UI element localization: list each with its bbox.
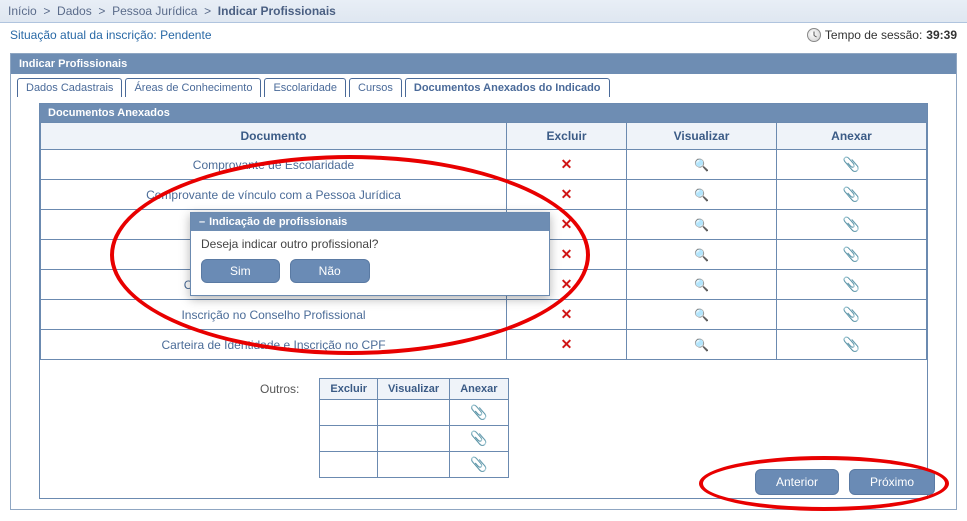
col-excluir: Excluir: [507, 123, 627, 150]
col-documento: Documento: [41, 123, 507, 150]
tab-areas-conhecimento[interactable]: Áreas de Conhecimento: [125, 78, 261, 97]
nav-buttons: Anterior Próximo: [755, 469, 935, 495]
doc-name: Carteira de Identidade e Inscrição no CP…: [41, 330, 507, 360]
breadcrumb-dados[interactable]: Dados: [57, 4, 92, 18]
attach-icon[interactable]: 📎: [843, 216, 860, 232]
table-row: 📎: [320, 400, 508, 426]
delete-icon[interactable]: ✕: [561, 306, 573, 322]
delete-icon[interactable]: ✕: [561, 246, 573, 262]
delete-icon[interactable]: ✕: [561, 216, 573, 232]
delete-icon[interactable]: ✕: [561, 156, 573, 172]
sim-button[interactable]: Sim: [201, 259, 280, 283]
breadcrumb-pj[interactable]: Pessoa Jurídica: [112, 4, 197, 18]
doc-name: Inscrição no Conselho Profissional: [41, 300, 507, 330]
view-icon[interactable]: 🔍: [694, 338, 709, 352]
delete-icon[interactable]: ✕: [561, 336, 573, 352]
col-visualizar: Visualizar: [378, 379, 450, 400]
view-icon[interactable]: 🔍: [694, 308, 709, 322]
outros-label: Outros:: [260, 378, 299, 478]
col-excluir: Excluir: [320, 379, 378, 400]
doc-name: Comprovante de vínculo com a Pessoa Jurí…: [41, 180, 507, 210]
docs-panel-title: Documentos Anexados: [40, 104, 927, 122]
attach-icon[interactable]: 📎: [470, 404, 487, 420]
session-timer: Tempo de sessão: 39:39: [807, 28, 957, 42]
breadcrumb-current: Indicar Profissionais: [218, 4, 336, 18]
view-icon[interactable]: 🔍: [694, 188, 709, 202]
col-anexar: Anexar: [777, 123, 927, 150]
col-visualizar: Visualizar: [627, 123, 777, 150]
doc-name: Comprovante de Escolaridade: [41, 150, 507, 180]
attach-icon[interactable]: 📎: [843, 186, 860, 202]
view-icon[interactable]: 🔍: [694, 278, 709, 292]
delete-icon[interactable]: ✕: [561, 276, 573, 292]
nao-button[interactable]: Não: [290, 259, 370, 283]
view-icon[interactable]: 🔍: [694, 218, 709, 232]
table-row: 📎: [320, 452, 508, 478]
attach-icon[interactable]: 📎: [843, 156, 860, 172]
modal-title: –Indicação de profissionais: [191, 213, 549, 231]
docs-panel: Documentos Anexados Documento Excluir Vi…: [39, 103, 928, 499]
delete-icon[interactable]: ✕: [561, 186, 573, 202]
status-text: Situação atual da inscrição: Pendente: [10, 28, 212, 42]
view-icon[interactable]: 🔍: [694, 158, 709, 172]
tab-escolaridade[interactable]: Escolaridade: [264, 78, 346, 97]
tab-dados-cadastrais[interactable]: Dados Cadastrais: [17, 78, 122, 97]
attach-icon[interactable]: 📎: [843, 276, 860, 292]
breadcrumb: Início > Dados > Pessoa Jurídica > Indic…: [0, 0, 967, 23]
tabs: Dados Cadastrais Áreas de Conhecimento E…: [11, 74, 956, 97]
view-icon[interactable]: 🔍: [694, 248, 709, 262]
proximo-button[interactable]: Próximo: [849, 469, 935, 495]
attach-icon[interactable]: 📎: [843, 306, 860, 322]
outros-table: Excluir Visualizar Anexar 📎 📎: [319, 378, 508, 478]
table-row: Comprovante de vínculo com a Pessoa Jurí…: [41, 180, 927, 210]
anterior-button[interactable]: Anterior: [755, 469, 839, 495]
attach-icon[interactable]: 📎: [843, 336, 860, 352]
table-row: Inscrição no Conselho Profissional ✕ 🔍 📎: [41, 300, 927, 330]
table-row: Carteira de Identidade e Inscrição no CP…: [41, 330, 927, 360]
col-anexar: Anexar: [450, 379, 508, 400]
modal-question: Deseja indicar outro profissional?: [201, 237, 539, 251]
table-row: 📎: [320, 426, 508, 452]
tab-cursos[interactable]: Cursos: [349, 78, 402, 97]
confirm-modal: –Indicação de profissionais Deseja indic…: [190, 212, 550, 296]
attach-icon[interactable]: 📎: [843, 246, 860, 262]
panel-title: Indicar Profissionais: [11, 54, 956, 74]
tab-documentos-anexados[interactable]: Documentos Anexados do Indicado: [405, 78, 610, 97]
attach-icon[interactable]: 📎: [470, 456, 487, 472]
attach-icon[interactable]: 📎: [470, 430, 487, 446]
clock-icon: [807, 28, 821, 42]
breadcrumb-home[interactable]: Início: [8, 4, 37, 18]
table-row: Comprovante de Escolaridade ✕ 🔍 📎: [41, 150, 927, 180]
